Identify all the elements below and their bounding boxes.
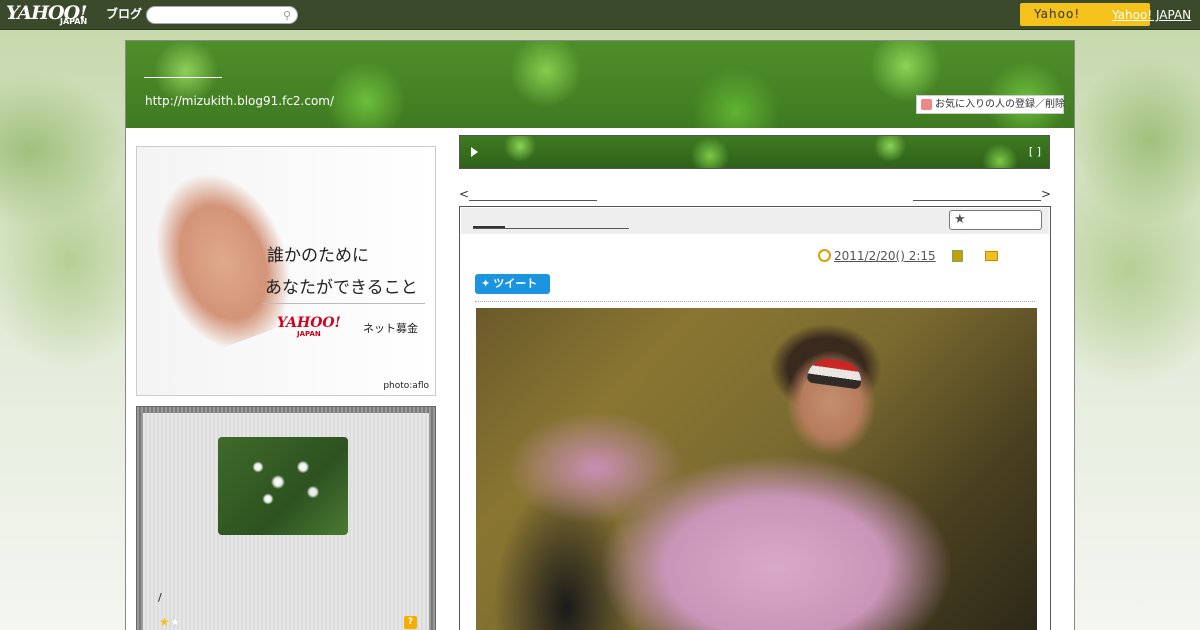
book-icon[interactable] [951, 250, 963, 262]
yahoo-top-button-label: Yahoo! [1034, 7, 1081, 21]
favorite-icon [921, 99, 932, 110]
search-input[interactable]: ⚲ [146, 6, 298, 24]
profile-nickname: / [158, 591, 162, 604]
article-panel: ★ 2011/2/20() 2:15 ✦ ツイート [459, 206, 1051, 630]
search-icon[interactable]: ⚲ [283, 9, 291, 22]
ad-line-1: 誰かのために [267, 246, 369, 266]
next-article-title [913, 191, 1041, 201]
yahoo-japan-link[interactable]: Yahoo! JAPAN [1112, 8, 1191, 22]
blog-container: http://mizukith.blog91.fc2.com/ お気に入りの人の… [125, 40, 1075, 630]
ad-line-2: あなたができること [265, 278, 418, 298]
favorite-register-button[interactable]: お気に入りの人の登録／削除 [916, 95, 1065, 114]
previous-article-title [469, 191, 598, 201]
article-title-bar: ★ [461, 208, 1049, 234]
category-banner: [ ] [459, 135, 1050, 169]
article-divider [475, 301, 1035, 302]
next-arrow: > [1041, 187, 1052, 201]
logo-sub: JAPAN [60, 17, 88, 26]
star-icon: ★ [954, 212, 966, 227]
yahoo-blog-logo[interactable]: YAHOO! JAPAN ブログ [6, 2, 142, 28]
previous-arrow: < [459, 187, 470, 201]
banner-bracket: [ ] [1028, 145, 1041, 158]
favorite-star-button[interactable]: ★ [949, 210, 1042, 230]
play-icon[interactable] [471, 147, 478, 157]
question-icon[interactable]: ? [404, 616, 417, 629]
logo-blog-label: ブログ [106, 7, 143, 21]
clock-icon [818, 249, 831, 262]
star-icon-filled: ★ [159, 615, 170, 629]
tweet-button[interactable]: ✦ ツイート [475, 274, 550, 294]
article-meta: 2011/2/20() 2:15 [818, 249, 998, 263]
donation-ad-banner[interactable]: 誰かのために あなたができること YAHOO! JAPAN ネット募金 phot… [136, 146, 436, 396]
favorite-register-label: お気に入りの人の登録／削除 [935, 99, 1065, 110]
ad-brand-logo: YAHOO! [277, 315, 341, 331]
star-icon-empty: ★ [169, 615, 181, 629]
next-article-link[interactable]: > [913, 187, 1051, 201]
ad-divider [263, 303, 425, 304]
top-navigation-bar: YAHOO! JAPAN ブログ ⚲ Yahoo! Yahoo! JAPAN [0, 0, 1200, 30]
blog-header: http://mizukith.blog91.fc2.com/ お気に入りの人の… [126, 41, 1074, 128]
article-date[interactable]: 2011/2/20() 2:15 [834, 249, 936, 263]
article-photo[interactable] [476, 308, 1037, 630]
ad-donate-label: ネット募金 [363, 322, 418, 335]
ad-photo-credit: photo:aflo [383, 381, 429, 391]
face-paint-flag [806, 356, 864, 390]
ad-brand-sub: JAPAN [297, 330, 321, 338]
blog-url[interactable]: http://mizukith.blog91.fc2.com/ [145, 94, 334, 108]
blog-title-placeholder[interactable] [144, 77, 222, 78]
article-title-underline [473, 228, 629, 229]
folder-icon[interactable] [984, 251, 998, 261]
profile-photo[interactable] [218, 437, 348, 535]
tweet-label: ツイート [493, 277, 538, 290]
profile-panel: / ★★ ? [136, 406, 436, 630]
profile-inner: / ★★ ? [143, 413, 429, 630]
profile-rating: ★★ [159, 616, 181, 628]
previous-article-link[interactable]: < [459, 187, 598, 201]
twitter-bird-icon: ✦ [481, 277, 491, 290]
